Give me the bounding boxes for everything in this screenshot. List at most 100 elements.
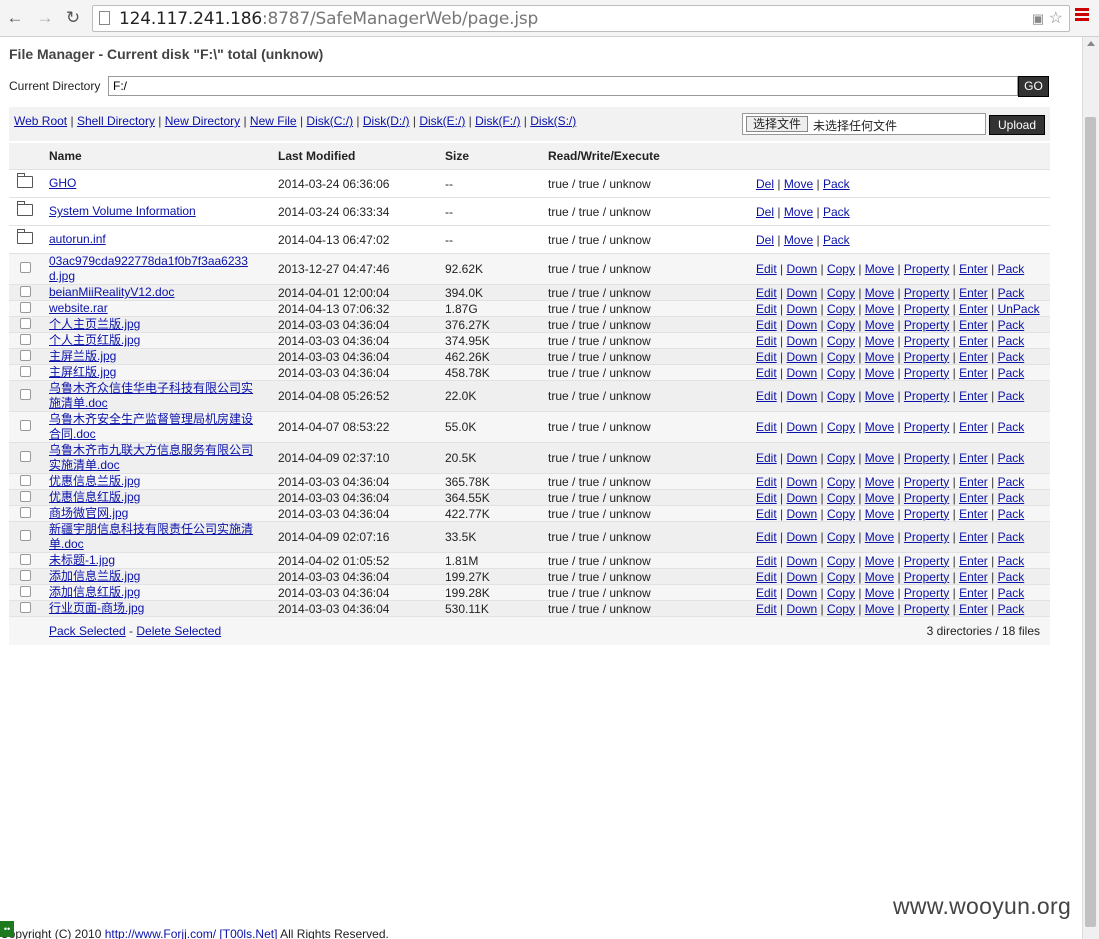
nav-link-new-file[interactable]: New File: [250, 114, 297, 128]
action-down[interactable]: Down: [786, 334, 817, 348]
action-property[interactable]: Property: [904, 389, 949, 403]
action-down[interactable]: Down: [786, 389, 817, 403]
action-copy[interactable]: Copy: [827, 350, 855, 364]
action-property[interactable]: Property: [904, 302, 949, 316]
action-property[interactable]: Property: [904, 366, 949, 380]
action-edit[interactable]: Edit: [756, 302, 777, 316]
action-property[interactable]: Property: [904, 350, 949, 364]
action-copy[interactable]: Copy: [827, 389, 855, 403]
action-enter[interactable]: Enter: [959, 389, 988, 403]
action-edit[interactable]: Edit: [756, 602, 777, 616]
copyright-link-t00ls[interactable]: [T00ls.Net]: [219, 927, 277, 939]
action-down[interactable]: Down: [786, 350, 817, 364]
action-edit[interactable]: Edit: [756, 389, 777, 403]
action-pack[interactable]: Pack: [998, 350, 1025, 364]
action-down[interactable]: Down: [786, 491, 817, 505]
nav-link-shell-directory[interactable]: Shell Directory: [77, 114, 155, 128]
nav-link-new-directory[interactable]: New Directory: [165, 114, 240, 128]
row-checkbox[interactable]: [19, 553, 31, 565]
action-move[interactable]: Move: [865, 586, 894, 600]
file-name-link[interactable]: 乌鲁木齐众信佳华电子科技有限公司实施清单.doc: [49, 381, 257, 411]
row-checkbox[interactable]: [19, 569, 31, 581]
file-name-link[interactable]: 添加信息红版.jpg: [49, 585, 140, 600]
action-move[interactable]: Move: [865, 530, 894, 544]
current-directory-input[interactable]: [108, 76, 1018, 96]
action-down[interactable]: Down: [786, 262, 817, 276]
action-pack[interactable]: Pack: [998, 366, 1025, 380]
action-move[interactable]: Move: [865, 570, 894, 584]
action-pack[interactable]: Pack: [998, 334, 1025, 348]
action-edit[interactable]: Edit: [756, 554, 777, 568]
action-property[interactable]: Property: [904, 530, 949, 544]
upload-button[interactable]: Upload: [989, 115, 1045, 135]
action-pack[interactable]: Pack: [998, 554, 1025, 568]
action-down[interactable]: Down: [786, 475, 817, 489]
reload-icon[interactable]: ↻: [63, 8, 83, 28]
row-checkbox[interactable]: [19, 506, 31, 518]
action-down[interactable]: Down: [786, 366, 817, 380]
action-move[interactable]: Move: [865, 491, 894, 505]
action-pack[interactable]: Pack: [998, 586, 1025, 600]
action-down[interactable]: Down: [786, 507, 817, 521]
action-move[interactable]: Move: [865, 420, 894, 434]
translate-icon[interactable]: ▣: [1032, 11, 1044, 26]
file-input[interactable]: 选择文件 未选择任何文件: [742, 113, 986, 135]
action-move[interactable]: Move: [865, 475, 894, 489]
action-edit[interactable]: Edit: [756, 491, 777, 505]
row-checkbox[interactable]: [19, 333, 31, 345]
action-copy[interactable]: Copy: [827, 286, 855, 300]
action-pack[interactable]: Pack: [998, 420, 1025, 434]
vertical-scrollbar[interactable]: [1082, 37, 1099, 939]
directory-name-link[interactable]: autorun.inf: [49, 232, 106, 247]
action-pack[interactable]: Pack: [998, 530, 1025, 544]
action-move[interactable]: Move: [865, 334, 894, 348]
action-copy[interactable]: Copy: [827, 507, 855, 521]
nav-link-disk-d[interactable]: Disk(D:/): [363, 114, 410, 128]
row-checkbox[interactable]: [19, 365, 31, 377]
row-checkbox[interactable]: [19, 317, 31, 329]
action-move[interactable]: Move: [865, 554, 894, 568]
action-edit[interactable]: Edit: [756, 334, 777, 348]
action-copy[interactable]: Copy: [827, 586, 855, 600]
action-del[interactable]: Del: [756, 205, 774, 219]
action-edit[interactable]: Edit: [756, 507, 777, 521]
nav-link-disk-s[interactable]: Disk(S:/): [530, 114, 576, 128]
action-pack[interactable]: Pack: [998, 475, 1025, 489]
scrollbar-thumb[interactable]: [1085, 117, 1096, 927]
action-enter[interactable]: Enter: [959, 586, 988, 600]
action-move[interactable]: Move: [865, 262, 894, 276]
action-down[interactable]: Down: [786, 286, 817, 300]
action-enter[interactable]: Enter: [959, 602, 988, 616]
action-pack[interactable]: Pack: [998, 570, 1025, 584]
action-property[interactable]: Property: [904, 491, 949, 505]
action-pack[interactable]: Pack: [998, 451, 1025, 465]
action-move[interactable]: Move: [865, 507, 894, 521]
action-copy[interactable]: Copy: [827, 420, 855, 434]
action-pack[interactable]: Pack: [823, 177, 850, 191]
file-name-link[interactable]: beianMiiRealityV12.doc: [49, 285, 174, 300]
action-property[interactable]: Property: [904, 570, 949, 584]
action-property[interactable]: Property: [904, 507, 949, 521]
forward-arrow-icon[interactable]: →: [35, 8, 55, 28]
action-enter[interactable]: Enter: [959, 451, 988, 465]
action-unpack[interactable]: UnPack: [998, 302, 1040, 316]
file-name-link[interactable]: 优惠信息红版.jpg: [49, 490, 140, 505]
nav-link-disk-c[interactable]: Disk(C:/): [306, 114, 353, 128]
action-move[interactable]: Move: [784, 205, 813, 219]
action-down[interactable]: Down: [786, 530, 817, 544]
action-down[interactable]: Down: [786, 554, 817, 568]
row-checkbox[interactable]: [19, 262, 31, 273]
action-move[interactable]: Move: [784, 233, 813, 247]
back-arrow-icon[interactable]: ←: [5, 8, 25, 28]
file-name-link[interactable]: 行业页面-商场.jpg: [49, 601, 144, 616]
action-property[interactable]: Property: [904, 318, 949, 332]
action-property[interactable]: Property: [904, 475, 949, 489]
action-pack[interactable]: Pack: [823, 233, 850, 247]
directory-name-link[interactable]: GHO: [49, 176, 76, 191]
row-checkbox[interactable]: [19, 349, 31, 361]
action-pack[interactable]: Pack: [998, 262, 1025, 276]
action-edit[interactable]: Edit: [756, 420, 777, 434]
scroll-up-arrow-icon[interactable]: [1087, 41, 1095, 46]
action-move[interactable]: Move: [784, 177, 813, 191]
action-property[interactable]: Property: [904, 602, 949, 616]
